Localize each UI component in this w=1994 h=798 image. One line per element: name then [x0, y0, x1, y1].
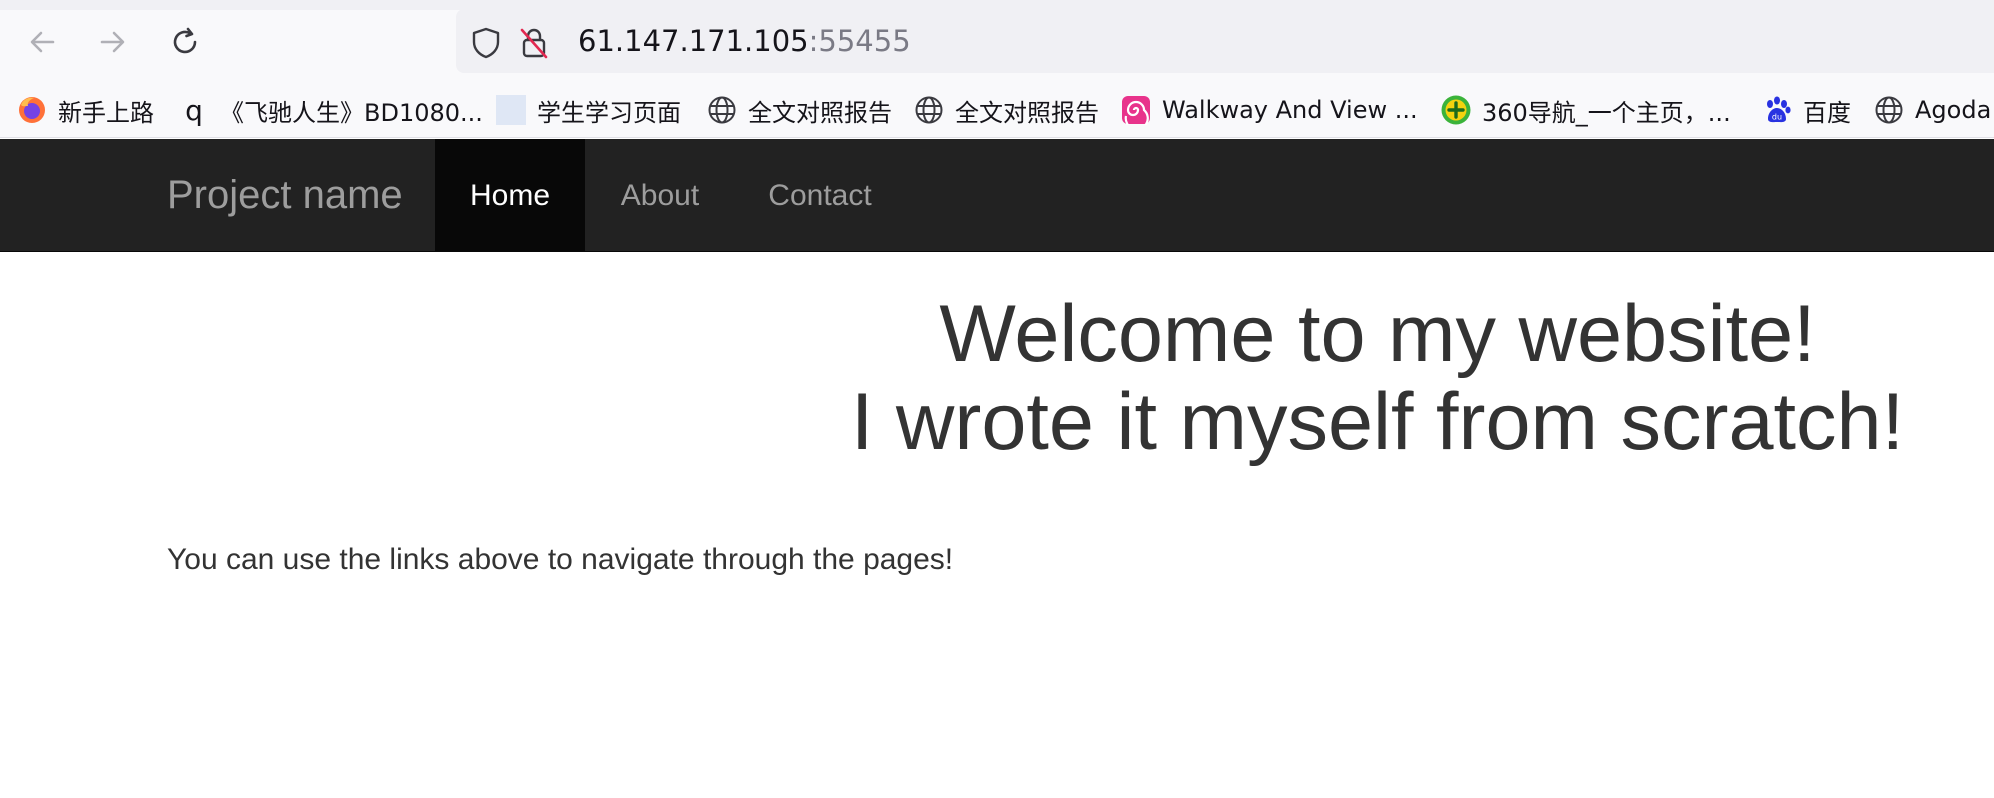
back-arrow-icon [30, 31, 55, 53]
reload-button[interactable] [165, 22, 205, 62]
browser-toolbar: 61.147.171.105:55455 [0, 0, 1994, 84]
globe-icon [706, 94, 738, 126]
360-icon [1440, 94, 1472, 126]
forward-arrow-icon [100, 31, 125, 53]
bookmark-item[interactable]: Agoda [1873, 92, 1991, 128]
baidu-paw-icon: du [1761, 94, 1793, 126]
bookmark-label: 360导航_一个主页，... [1482, 98, 1731, 127]
bookmark-item[interactable]: du 百度 [1761, 92, 1851, 128]
insecure-lock-icon[interactable] [517, 26, 551, 60]
shield-icon[interactable] [469, 26, 503, 60]
site-navbar: Project name Home About Contact [0, 139, 1994, 252]
page-heading: Welcome to my website! I wrote it myself… [800, 290, 1955, 466]
bookmark-item[interactable]: 学生学习页面 [495, 92, 681, 128]
bookmark-label: 全文对照报告 [955, 98, 1099, 127]
url-port: :55455 [808, 24, 911, 58]
bookmark-item[interactable]: 新手上路 [16, 92, 154, 128]
blank-page-icon [495, 94, 527, 126]
nav-about[interactable]: About [585, 139, 735, 252]
reload-icon [173, 27, 197, 54]
url-host: 61.147.171.105 [578, 24, 809, 58]
bookmark-label: 百度 [1803, 98, 1851, 127]
bookmark-item[interactable]: 360导航_一个主页，... [1440, 92, 1731, 128]
baidu-glyph: du [1772, 113, 1782, 122]
firefox-icon [16, 94, 48, 126]
bookmark-label: 全文对照报告 [748, 98, 892, 127]
bookmarks-toolbar: 新手上路 q 《飞驰人生》BD1080... 学生学习页面 全文对照报告 全文对… [0, 84, 1994, 138]
back-button[interactable] [22, 22, 62, 62]
address-bar[interactable]: 61.147.171.105:55455 [456, 9, 1994, 73]
globe-icon [1873, 94, 1905, 126]
bookmark-item[interactable]: Walkway And View ... [1120, 92, 1418, 128]
bookmark-item[interactable]: 全文对照报告 [913, 92, 1099, 128]
spiral-logo-icon [1120, 94, 1152, 126]
nav-contact[interactable]: Contact [735, 139, 905, 252]
heading-line-1: Welcome to my website! [939, 289, 1816, 379]
heading-line-2: I wrote it myself from scratch! [850, 377, 1905, 467]
bookmark-label: Agoda [1915, 96, 1992, 124]
bookmark-label: 《飞驰人生》BD1080... [220, 98, 483, 127]
bookmark-label: Walkway And View ... [1162, 96, 1418, 124]
url-text[interactable]: 61.147.171.105:55455 [578, 24, 911, 58]
forward-button[interactable] [93, 22, 133, 62]
brand-link[interactable]: Project name [167, 139, 403, 252]
bookmark-item[interactable]: 全文对照报告 [706, 92, 892, 128]
globe-icon [913, 94, 945, 126]
q-icon: q [185, 93, 203, 127]
nav-home[interactable]: Home [435, 139, 585, 252]
lead-text: You can use the links above to navigate … [167, 543, 954, 576]
bookmark-label: 新手上路 [58, 98, 154, 127]
bookmark-label: 学生学习页面 [537, 98, 681, 127]
bookmark-item[interactable]: q 《飞驰人生》BD1080... [178, 92, 483, 128]
